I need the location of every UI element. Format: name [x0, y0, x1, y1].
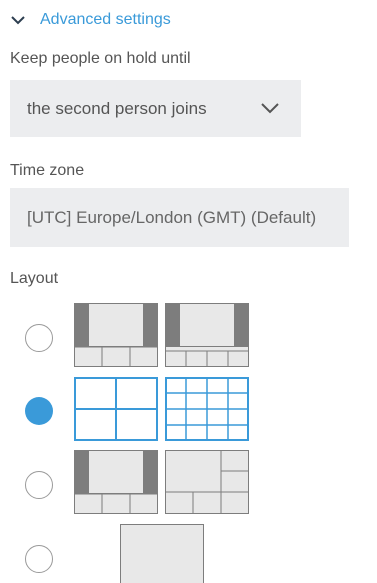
- hold-select-value: the second person joins: [27, 98, 207, 118]
- layout-sidebars-bottom-strip-thumbnail[interactable]: [74, 450, 158, 514]
- layout-single-thumbnail[interactable]: [120, 524, 204, 583]
- layout-grid-4x4-thumbnail[interactable]: [165, 377, 249, 441]
- layout-right-column-bottom-strip-thumbnail[interactable]: [165, 450, 249, 514]
- timezone-label: Time zone: [10, 162, 85, 179]
- layout-label: Layout: [10, 270, 59, 287]
- chevron-down-icon: [11, 16, 25, 25]
- layout-sidebars-bottom-strip-4-thumbnail[interactable]: [165, 303, 249, 367]
- hold-label: Keep people on hold until: [10, 50, 191, 67]
- layout-grid-2x2-thumbnail[interactable]: [74, 377, 158, 441]
- layout-radio-4[interactable]: [25, 545, 53, 573]
- layout-radio-1[interactable]: [25, 324, 53, 352]
- layout-radio-2[interactable]: [25, 397, 53, 425]
- layout-sidebars-bottom-strip-thumbnail[interactable]: [74, 303, 158, 367]
- hold-select[interactable]: the second person joins: [10, 80, 301, 137]
- timezone-value: [UTC] Europe/London (GMT) (Default): [27, 207, 317, 227]
- layout-radio-3[interactable]: [25, 471, 53, 499]
- advanced-settings-toggle[interactable]: Advanced settings: [10, 9, 171, 31]
- chevron-down-icon: [261, 103, 279, 114]
- advanced-settings-label: Advanced settings: [40, 11, 171, 28]
- timezone-field[interactable]: [UTC] Europe/London (GMT) (Default): [10, 188, 349, 247]
